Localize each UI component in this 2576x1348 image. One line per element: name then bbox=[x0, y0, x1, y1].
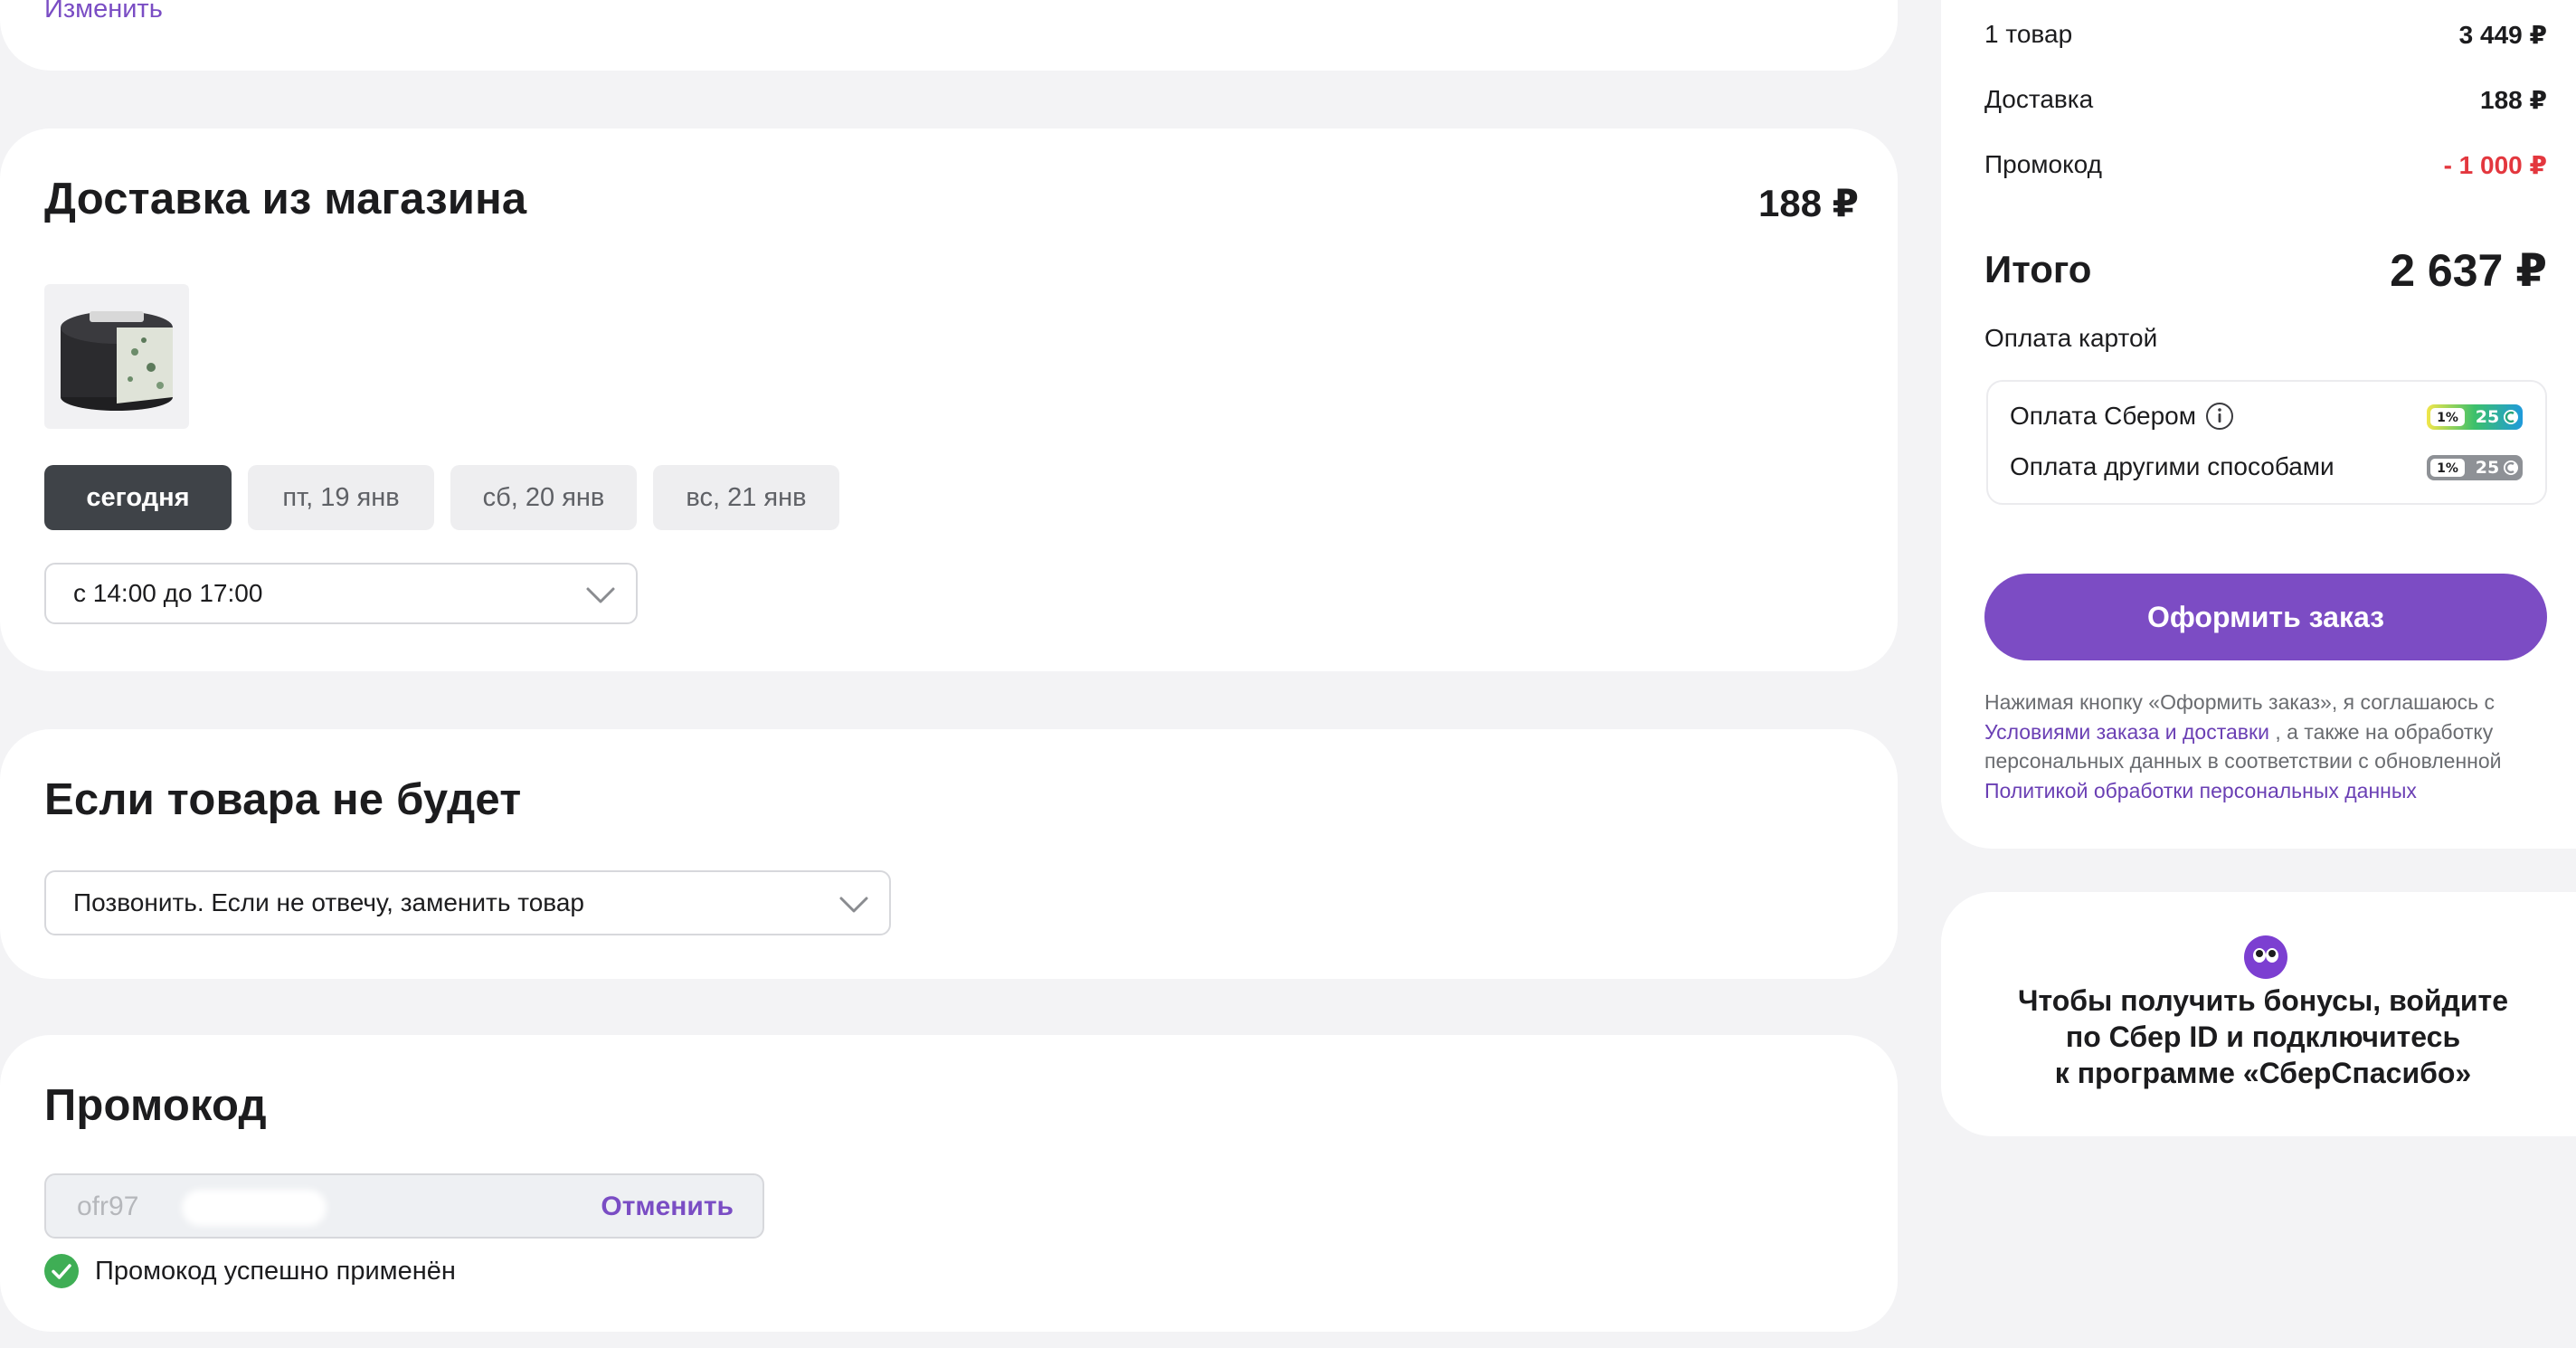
missing-item-card bbox=[0, 729, 1898, 979]
order-terms-link[interactable]: Условиями заказа и доставки bbox=[1984, 720, 2269, 744]
promo-success-text: Промокод успешно применён bbox=[95, 1256, 456, 1286]
promo-cancel-button[interactable]: Отменить bbox=[601, 1191, 734, 1222]
missing-item-select[interactable]: Позвонить. Если не отвечу, заменить това… bbox=[44, 870, 891, 935]
info-icon[interactable] bbox=[2205, 402, 2234, 431]
badge-points: 25 bbox=[2476, 407, 2499, 427]
missing-item-value: Позвонить. Если не отвечу, заменить това… bbox=[73, 888, 585, 916]
date-chip-sat[interactable]: сб, 20 янв bbox=[450, 465, 637, 530]
delivery-title: Доставка из магазина bbox=[44, 175, 527, 223]
promo-code-redaction bbox=[182, 1190, 327, 1226]
chevron-down-icon bbox=[586, 587, 615, 603]
badge-percent: 1% bbox=[2437, 411, 2458, 425]
promo-discount-label: Промокод bbox=[1984, 150, 2102, 178]
pay-other-option[interactable]: Оплата другими способами bbox=[2010, 452, 2334, 481]
delivery-cost-label: Доставка bbox=[1984, 85, 2094, 113]
privacy-policy-link[interactable]: Политикой обработки персональных данных bbox=[1984, 779, 2417, 802]
pay-sber-label: Оплата Сбером bbox=[2010, 402, 2197, 430]
place-order-button[interactable]: Оформить заказ bbox=[1984, 574, 2547, 660]
date-chip-sun[interactable]: вс, 21 янв bbox=[653, 465, 839, 530]
items-total-value: 3 449 ₽ bbox=[2458, 21, 2547, 49]
items-count-label: 1 товар bbox=[1984, 20, 2073, 48]
bonus-line-3: к программе «СберСпасибо» bbox=[2054, 1057, 2472, 1089]
payment-method-label: Оплата картой bbox=[1984, 324, 2158, 352]
address-card: Изменить bbox=[0, 0, 1898, 71]
check-circle-icon bbox=[44, 1254, 79, 1288]
promo-code-input[interactable]: ofr97 Отменить bbox=[44, 1173, 764, 1239]
delivery-price: 188 ₽ bbox=[1758, 182, 1859, 224]
promo-code-value: ofr97 bbox=[77, 1191, 139, 1221]
date-chip-fri[interactable]: пт, 19 янв bbox=[248, 465, 434, 530]
missing-item-title: Если товара не будет bbox=[44, 775, 522, 824]
chevron-down-icon bbox=[839, 897, 868, 913]
date-chip-today[interactable]: сегодня bbox=[44, 465, 232, 530]
payment-options: Оплата Сбером 1% 25 Оплата другими спосо… bbox=[1986, 380, 2547, 505]
bonus-line-2: по Сбер ID и подключитесь bbox=[2065, 1020, 2461, 1053]
time-slot-value: с 14:00 до 17:00 bbox=[73, 579, 263, 607]
checkout-page: Изменить Доставка из магазина 188 ₽ сего… bbox=[0, 0, 2576, 1348]
time-slot-select[interactable]: с 14:00 до 17:00 bbox=[44, 563, 638, 624]
promo-title: Промокод bbox=[44, 1081, 267, 1130]
pay-other-label: Оплата другими способами bbox=[2010, 452, 2334, 480]
total-value: 2 637 ₽ bbox=[2390, 245, 2547, 296]
total-label: Итого bbox=[1984, 248, 2092, 290]
product-thumbnail[interactable] bbox=[44, 284, 189, 429]
promo-success-message: Промокод успешно применён bbox=[44, 1254, 456, 1288]
change-address-link[interactable]: Изменить bbox=[44, 0, 163, 24]
cheese-image-icon bbox=[61, 311, 173, 411]
legal-notice: Нажимая кнопку «Оформить заказ», я согла… bbox=[1984, 688, 2554, 805]
sberspasibo-badge-icon: 1% 25 bbox=[2427, 404, 2523, 430]
sberspasibo-badge-gray-icon: 1% 25 bbox=[2427, 455, 2523, 480]
pay-sber-option[interactable]: Оплата Сбером bbox=[2010, 402, 2234, 431]
promo-discount-value: - 1 000 ₽ bbox=[2443, 151, 2547, 179]
legal-intro: Нажимая кнопку «Оформить заказ», я согла… bbox=[1984, 690, 2495, 714]
badge-points: 25 bbox=[2476, 458, 2499, 478]
bonus-line-1: Чтобы получить бонусы, войдите bbox=[2018, 984, 2508, 1017]
badge-percent: 1% bbox=[2437, 461, 2458, 476]
delivery-cost-value: 188 ₽ bbox=[2480, 86, 2547, 114]
eyes-icon bbox=[2244, 935, 2287, 979]
bonus-message: Чтобы получить бонусы, войдите по Сбер I… bbox=[1941, 983, 2576, 1091]
